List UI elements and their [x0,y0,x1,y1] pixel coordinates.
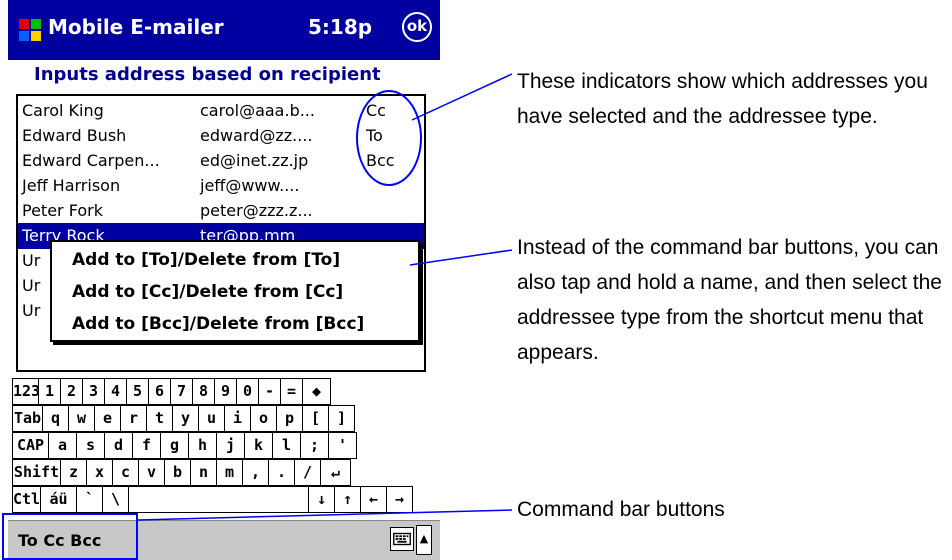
key[interactable]: v [138,459,165,486]
key[interactable]: u [198,405,225,432]
key[interactable]: h [188,432,217,459]
key[interactable]: 5 [126,378,149,405]
key[interactable]: Ctl [12,486,41,513]
key[interactable]: [ [302,405,329,432]
key[interactable]: w [68,405,95,432]
key[interactable]: f [132,432,161,459]
keyboard-row: Tab q w e r t y u i o p[] [12,405,432,433]
contact-email: edward@zz.... [200,126,313,145]
input-panel-arrow[interactable]: ▲ [416,525,432,555]
key[interactable]: 0 [236,378,259,405]
menu-item-to[interactable]: Add to [To]/Delete from [To] [72,250,340,270]
key[interactable]: . [268,459,295,486]
key[interactable]: x [86,459,113,486]
contact-name: Jeff Harrison [22,176,121,195]
key[interactable]: ] [328,405,355,432]
contact-name: Edward Bush [22,126,127,145]
contact-email: peter@zzz.z... [200,201,313,220]
shortcut-menu: Add to [To]/Delete from [To] Add to [Cc]… [50,240,420,342]
key[interactable]: t [146,405,173,432]
list-item[interactable]: Jeff Harrison jeff@www.... [18,173,424,199]
key[interactable]: l [272,432,301,459]
key[interactable]: 1 [38,378,61,405]
key[interactable]: s [76,432,105,459]
start-menu-icon[interactable] [18,18,42,42]
contact-email: ed@inet.zz.jp [200,151,309,170]
key[interactable]: - [258,378,281,405]
key[interactable]: z [60,459,87,486]
annotation-command-bar: Command bar buttons [517,498,725,521]
menu-item-bcc[interactable]: Add to [Bcc]/Delete from [Bcc] [72,314,364,334]
key[interactable]: p [276,405,303,432]
key[interactable]: r [120,405,147,432]
key[interactable]: n [190,459,217,486]
soft-keyboard: 123 1 2 3 4 5 6 7 8 9 0- = ◆ Tab q w e r t y u i o p[] CAP a s d f g h… [12,378,432,518]
key[interactable]: \ [102,486,129,513]
key[interactable]: 2 [60,378,83,405]
key[interactable]: i [224,405,251,432]
contact-email: jeff@www.... [200,176,300,195]
key[interactable]: , [242,459,269,486]
key[interactable]: Tab [12,405,43,432]
contact-name: Edward Carpen... [22,151,160,170]
keyboard-row: 123 1 2 3 4 5 6 7 8 9 0- = ◆ [12,378,432,406]
key[interactable]: a [48,432,77,459]
indicator-highlight-ellipse [356,90,422,186]
key[interactable]: ↑ [334,486,361,513]
key[interactable]: j [216,432,245,459]
key[interactable]: 6 [148,378,171,405]
app-title: Mobile E-mailer [48,15,224,39]
key[interactable]: 9 [214,378,237,405]
keyboard-row: CAP a s d f g h j k l; ' [12,432,432,460]
key[interactable]: CAP [12,432,49,459]
contact-name: Ur [22,251,41,270]
key[interactable]: b [164,459,191,486]
key[interactable]: ◆ [302,378,331,405]
clock[interactable]: 5:18p [308,15,372,39]
title-bar: Mobile E-mailer 5:18p ok [8,0,440,60]
ok-button[interactable]: ok [402,12,432,42]
keyboard-row: Shift z x c v b n m,. / ↵ [12,459,432,487]
key[interactable]: 4 [104,378,127,405]
page-subtitle: Inputs address based on recipient [34,64,381,85]
key[interactable]: ← [360,486,387,513]
contact-name: Ur [22,276,41,295]
menu-item-cc[interactable]: Add to [Cc]/Delete from [Cc] [72,282,343,302]
key[interactable]: → [386,486,413,513]
list-item[interactable]: Peter Fork peter@zzz.z... [18,198,424,224]
key[interactable]: g [160,432,189,459]
key[interactable]: 7 [170,378,193,405]
key[interactable]: q [42,405,69,432]
key[interactable]: 3 [82,378,105,405]
annotation-shortcut-menu: Instead of the command bar buttons, you … [517,236,942,364]
key[interactable]: 123 [12,378,40,405]
key[interactable]: k [244,432,273,459]
contact-name: Carol King [22,101,104,120]
key[interactable]: o [250,405,277,432]
key[interactable]: / [294,459,321,486]
key[interactable]: c [112,459,139,486]
key[interactable]: Shift [12,459,61,486]
keyboard-icon[interactable] [390,527,414,551]
key[interactable]: ↓ [308,486,335,513]
command-bar-highlight-box [2,513,138,560]
key[interactable]: ↵ [320,459,351,486]
key[interactable]: y [172,405,199,432]
key[interactable]: 8 [192,378,215,405]
device-screen: Mobile E-mailer 5:18p ok Inputs address … [8,0,440,560]
key[interactable]: ' [328,432,357,459]
key[interactable]: áü [40,486,77,513]
key[interactable]: ` [76,486,103,513]
key[interactable]: e [94,405,121,432]
key[interactable]: ; [300,432,329,459]
key[interactable]: m [216,459,243,486]
key[interactable]: = [280,378,303,405]
keyboard-row: Ctl áü ` \ ↓ ↑ ← → [12,486,432,514]
contact-email: carol@aaa.b... [200,101,315,120]
contact-name: Ur [22,301,41,320]
key[interactable]: d [104,432,133,459]
key-space[interactable] [128,486,309,513]
annotation-indicators: These indicators show which addresses yo… [517,70,928,128]
contact-name: Peter Fork [22,201,103,220]
